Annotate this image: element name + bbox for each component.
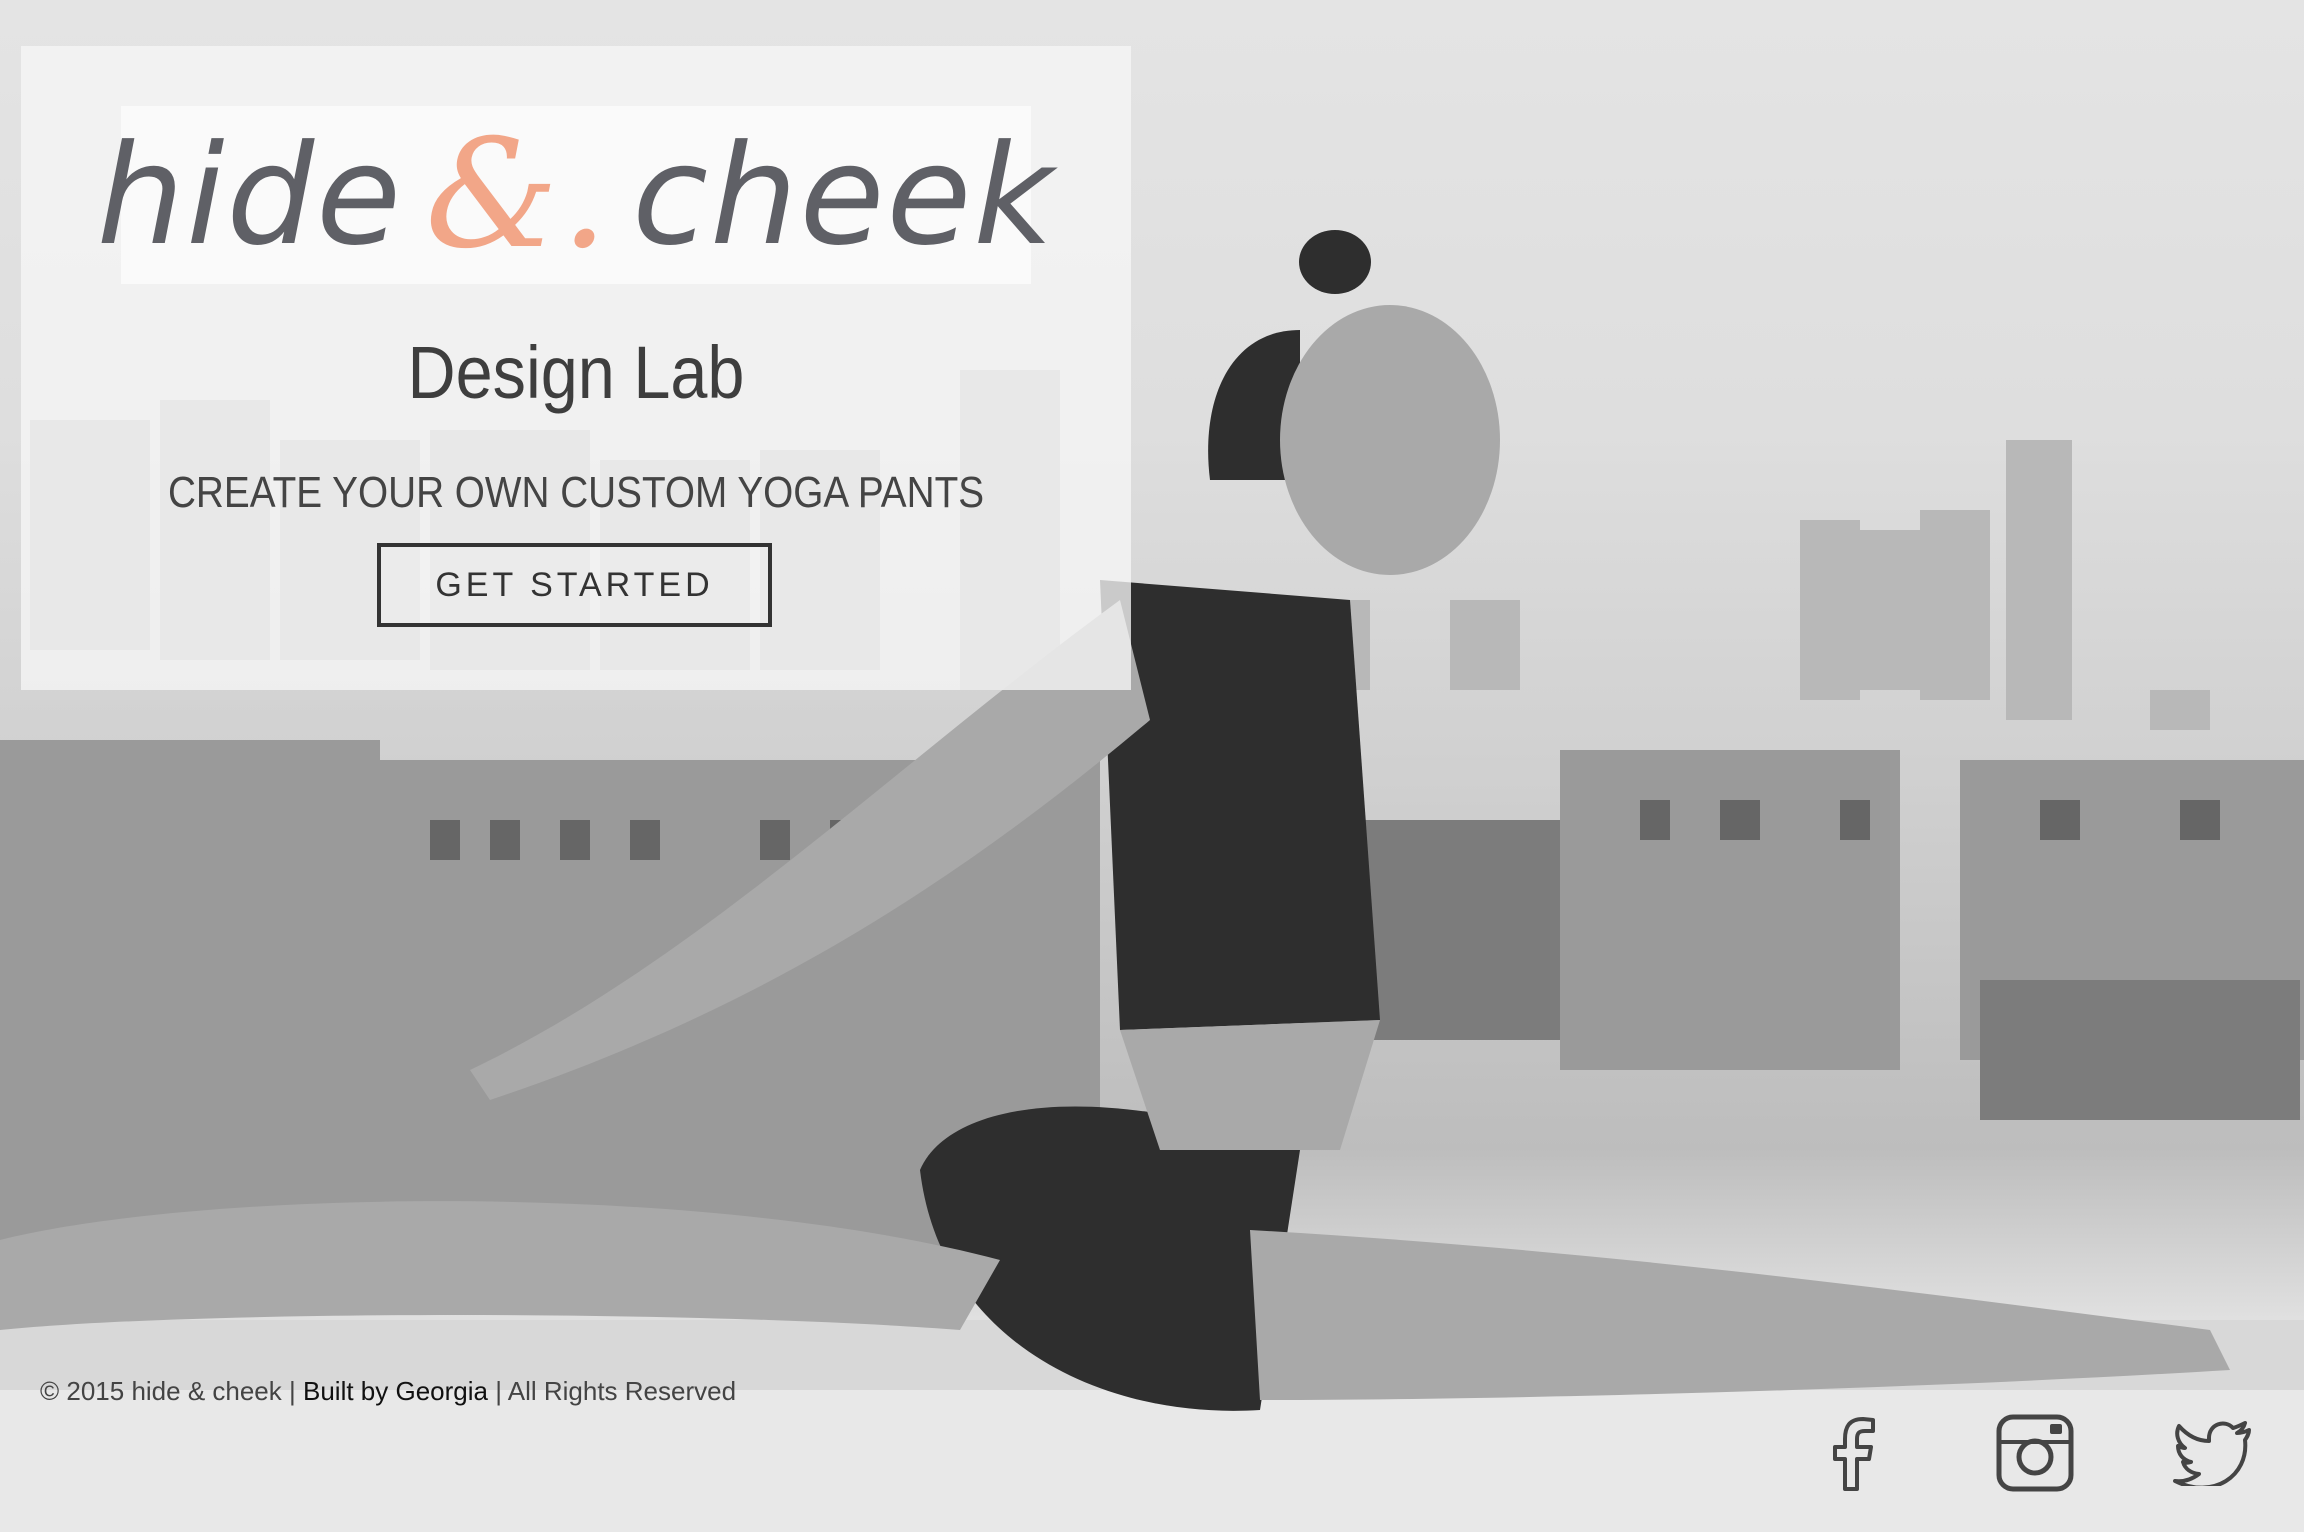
instagram-icon: [1996, 1414, 2074, 1492]
twitter-link[interactable]: [2170, 1410, 2256, 1496]
logo-box[interactable]: hide &. cheek: [97, 106, 1054, 284]
twitter-icon: [2173, 1421, 2251, 1486]
page-subtitle: Design Lab: [407, 331, 745, 414]
logo-word-hide: hide: [96, 114, 404, 276]
get-started-button[interactable]: GET STARTED: [377, 543, 772, 627]
instagram-link[interactable]: [1992, 1410, 2078, 1496]
built-by-link[interactable]: Built by Georgia: [303, 1376, 488, 1406]
hero-tagline: CREATE YOUR OWN CUSTOM YOGA PANTS: [167, 468, 985, 517]
facebook-icon: [1833, 1417, 1875, 1491]
logo-word-cheek: cheek: [632, 114, 1056, 276]
rights-text: | All Rights Reserved: [487, 1376, 737, 1406]
copyright-text: © 2015 hide & cheek |: [40, 1376, 303, 1406]
facebook-link[interactable]: [1812, 1410, 1898, 1496]
hide-and-cheek-logo[interactable]: hide &. cheek: [97, 106, 1054, 284]
footer-copyright: © 2015 hide & cheek | Built by Georgia |…: [40, 1376, 736, 1407]
logo-ampersand: &.: [425, 108, 611, 282]
